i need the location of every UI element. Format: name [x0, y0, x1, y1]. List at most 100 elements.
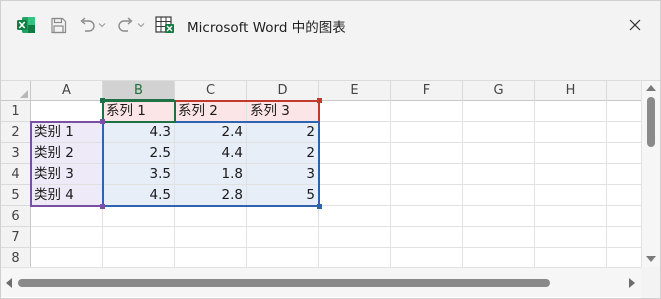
- cell-c1[interactable]: 系列 2: [175, 101, 247, 122]
- active-cell-handle[interactable]: [100, 98, 105, 103]
- cell-g2[interactable]: [463, 122, 535, 143]
- cell-f8[interactable]: [391, 248, 463, 267]
- cell-a5[interactable]: 类别 4: [31, 185, 103, 206]
- cell-b3[interactable]: 2.5: [103, 143, 175, 164]
- select-all-corner[interactable]: [1, 81, 31, 101]
- cell-h2[interactable]: [535, 122, 607, 143]
- scroll-left-icon[interactable]: [6, 278, 12, 288]
- cell-c4[interactable]: 1.8: [175, 164, 247, 185]
- cell-g1[interactable]: [463, 101, 535, 122]
- cell-i8[interactable]: [607, 248, 641, 267]
- column-header-b[interactable]: B: [103, 81, 175, 101]
- cell-d2[interactable]: 2: [247, 122, 319, 143]
- cell-i1[interactable]: [607, 101, 641, 122]
- row-header-8[interactable]: 8: [1, 248, 31, 267]
- column-header-c[interactable]: C: [175, 81, 247, 101]
- horizontal-scroll-thumb[interactable]: [18, 279, 550, 287]
- cell-h8[interactable]: [535, 248, 607, 267]
- cell-g4[interactable]: [463, 164, 535, 185]
- undo-icon[interactable]: [78, 15, 96, 35]
- values-range-handle[interactable]: [317, 204, 322, 209]
- cell-g8[interactable]: [463, 248, 535, 267]
- series-range-handle[interactable]: [317, 98, 322, 103]
- save-icon[interactable]: [49, 15, 67, 35]
- cell-f5[interactable]: [391, 185, 463, 206]
- column-header-i[interactable]: [607, 81, 641, 101]
- cell-i4[interactable]: [607, 164, 641, 185]
- cell-e2[interactable]: [319, 122, 391, 143]
- cell-b7[interactable]: [103, 227, 175, 248]
- cell-a7[interactable]: [31, 227, 103, 248]
- category-range-handle-top[interactable]: [100, 119, 105, 124]
- cell-d7[interactable]: [247, 227, 319, 248]
- cell-a2[interactable]: 类别 1: [31, 122, 103, 143]
- cell-f2[interactable]: [391, 122, 463, 143]
- column-header-g[interactable]: G: [463, 81, 535, 101]
- cell-d8[interactable]: [247, 248, 319, 267]
- cell-b6[interactable]: [103, 206, 175, 227]
- cell-h7[interactable]: [535, 227, 607, 248]
- cell-e8[interactable]: [319, 248, 391, 267]
- row-header-6[interactable]: 6: [1, 206, 31, 227]
- column-header-a[interactable]: A: [31, 81, 103, 101]
- row-header-1[interactable]: 1: [1, 101, 31, 122]
- cell-g3[interactable]: [463, 143, 535, 164]
- cell-i3[interactable]: [607, 143, 641, 164]
- cell-g5[interactable]: [463, 185, 535, 206]
- cell-c6[interactable]: [175, 206, 247, 227]
- cell-h6[interactable]: [535, 206, 607, 227]
- cell-b8[interactable]: [103, 248, 175, 267]
- cell-d5[interactable]: 5: [247, 185, 319, 206]
- horizontal-scrollbar[interactable]: [1, 267, 641, 297]
- cell-f7[interactable]: [391, 227, 463, 248]
- cell-c2[interactable]: 2.4: [175, 122, 247, 143]
- cell-b4[interactable]: 3.5: [103, 164, 175, 185]
- cell-f3[interactable]: [391, 143, 463, 164]
- row-header-3[interactable]: 3: [1, 143, 31, 164]
- chart-data-icon[interactable]: [155, 15, 175, 35]
- cell-e6[interactable]: [319, 206, 391, 227]
- vertical-scrollbar[interactable]: [641, 81, 660, 267]
- scroll-right-icon[interactable]: [629, 278, 635, 288]
- column-header-e[interactable]: E: [319, 81, 391, 101]
- cell-h1[interactable]: [535, 101, 607, 122]
- cell-f1[interactable]: [391, 101, 463, 122]
- cell-d3[interactable]: 2: [247, 143, 319, 164]
- cell-d4[interactable]: 3: [247, 164, 319, 185]
- cell-a1[interactable]: [31, 101, 103, 122]
- cell-b1[interactable]: 系列 1: [103, 101, 175, 122]
- cell-a8[interactable]: [31, 248, 103, 267]
- cell-i7[interactable]: [607, 227, 641, 248]
- cell-i6[interactable]: [607, 206, 641, 227]
- cell-d6[interactable]: [247, 206, 319, 227]
- cell-c8[interactable]: [175, 248, 247, 267]
- row-header-2[interactable]: 2: [1, 122, 31, 143]
- cell-b2[interactable]: 4.3: [103, 122, 175, 143]
- cell-a6[interactable]: [31, 206, 103, 227]
- close-icon[interactable]: [625, 15, 645, 35]
- cell-i5[interactable]: [607, 185, 641, 206]
- cell-b5[interactable]: 4.5: [103, 185, 175, 206]
- cell-e1[interactable]: [319, 101, 391, 122]
- cell-e3[interactable]: [319, 143, 391, 164]
- cell-a3[interactable]: 类别 2: [31, 143, 103, 164]
- redo-icon[interactable]: [117, 15, 135, 35]
- cell-g6[interactable]: [463, 206, 535, 227]
- cell-e5[interactable]: [319, 185, 391, 206]
- cell-h5[interactable]: [535, 185, 607, 206]
- scroll-down-icon[interactable]: [646, 256, 656, 262]
- row-header-4[interactable]: 4: [1, 164, 31, 185]
- cell-c7[interactable]: [175, 227, 247, 248]
- cell-g7[interactable]: [463, 227, 535, 248]
- cell-f6[interactable]: [391, 206, 463, 227]
- cell-d1[interactable]: 系列 3: [247, 101, 319, 122]
- column-header-h[interactable]: H: [535, 81, 607, 101]
- column-header-f[interactable]: F: [391, 81, 463, 101]
- redo-dropdown-icon[interactable]: [137, 15, 145, 35]
- row-header-5[interactable]: 5: [1, 185, 31, 206]
- cell-h3[interactable]: [535, 143, 607, 164]
- cell-f4[interactable]: [391, 164, 463, 185]
- cell-h4[interactable]: [535, 164, 607, 185]
- cell-c3[interactable]: 4.4: [175, 143, 247, 164]
- column-header-d[interactable]: D: [247, 81, 319, 101]
